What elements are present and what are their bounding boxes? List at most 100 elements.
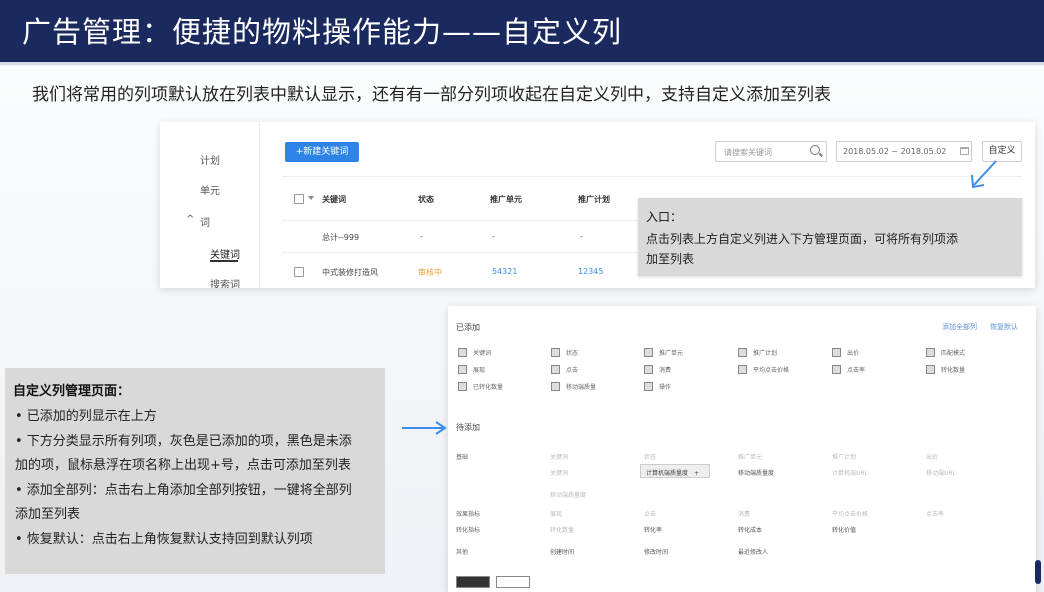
row-checkbox[interactable] — [294, 267, 304, 277]
confirm-button[interactable] — [456, 576, 490, 588]
column-option[interactable]: 点击率 — [926, 509, 944, 518]
new-keyword-button[interactable]: +新建关键词 — [285, 142, 359, 162]
total-row-unit: - — [492, 232, 495, 241]
entry-tip-line: 加至列表 — [646, 252, 695, 266]
column-option[interactable]: 转化率 — [644, 525, 662, 534]
added-column-tag[interactable]: 点击 — [551, 365, 578, 374]
column-option[interactable]: 消费 — [738, 509, 750, 518]
column-checkbox-icon — [832, 365, 841, 374]
column-checkbox-icon — [738, 348, 747, 357]
custom-column-panel: 已添加 添加全部列 恢复默认 关键词 状态 推广单元 推广计划 出价 匹配模式 … — [448, 306, 1036, 592]
pending-section-title: 待添加 — [456, 423, 480, 432]
column-option[interactable]: 平均点击价格 — [832, 509, 868, 518]
header-keyword[interactable]: 关键词 — [322, 194, 346, 205]
calendar-icon[interactable] — [960, 147, 969, 155]
added-section-title: 已添加 — [456, 323, 480, 332]
added-column-tag[interactable]: 状态 — [551, 348, 578, 357]
column-option[interactable]: 移动端质量度 — [550, 490, 586, 499]
added-column-tag[interactable]: 转化数量 — [926, 365, 965, 374]
slide-header: 广告管理：便捷的物料操作能力——自定义列 — [0, 0, 1044, 62]
total-row-status: - — [420, 232, 423, 241]
added-column-tag[interactable]: 推广单元 — [644, 348, 683, 357]
header-divider — [0, 62, 1044, 65]
custom-panel-note: 自定义列管理页面： • 已添加的列显示在上方 • 下方分类显示所有列项，灰色是已… — [5, 368, 385, 574]
column-option[interactable]: 创建时间 — [550, 547, 574, 556]
added-column-tag[interactable]: 平均点击价格 — [738, 365, 789, 374]
arrow-icon — [971, 160, 997, 189]
list-view-screenshot: 计划 单元 ^ 词 关键词 搜索词 +新建关键词 请搜索关键词 2018.05.… — [160, 122, 1035, 288]
entry-tip-title: 入口： — [646, 210, 683, 224]
sidebar-item-word[interactable]: 词 — [200, 214, 210, 229]
header-plan[interactable]: 推广计划 — [578, 194, 610, 205]
sidebar-active-indicator — [210, 260, 238, 262]
category-label: 其他 — [456, 549, 469, 556]
category-label: 效果指标 — [456, 511, 481, 518]
added-column-tag[interactable]: 展现 — [458, 365, 485, 374]
column-option[interactable]: 转化成本 — [738, 525, 762, 534]
sidebar-item-keyword[interactable]: 关键词 — [210, 246, 240, 261]
column-option[interactable]: 移动端质量度 — [738, 468, 774, 477]
column-option[interactable]: 转化价值 — [832, 525, 856, 534]
column-option[interactable]: 点击 — [644, 509, 656, 518]
column-checkbox-icon — [458, 382, 467, 391]
column-option[interactable]: 状态 — [644, 452, 656, 461]
add-all-columns-button[interactable]: 添加全部列 — [942, 322, 977, 332]
column-option[interactable]: 推广单元 — [738, 452, 762, 461]
added-column-tag[interactable]: 出价 — [832, 348, 859, 357]
search-icon[interactable] — [810, 145, 820, 155]
added-column-tag[interactable]: 匹配模式 — [926, 348, 965, 357]
column-option[interactable]: 出价 — [926, 452, 938, 461]
column-checkbox-icon — [926, 348, 935, 357]
unit-link[interactable]: 54321 — [492, 267, 517, 276]
table-divider — [282, 176, 1022, 177]
plan-link[interactable]: 12345 — [578, 267, 603, 276]
sidebar-item-plan[interactable]: 计划 — [200, 152, 220, 167]
added-column-tag[interactable]: 关键词 — [458, 348, 491, 357]
column-option[interactable]: 计算机端URL — [832, 468, 868, 477]
column-option[interactable]: 展现 — [550, 509, 562, 518]
column-checkbox-icon — [458, 365, 467, 374]
category-label: 转化指标 — [456, 527, 481, 534]
column-option[interactable]: 最近修改人 — [738, 547, 768, 556]
select-all-checkbox[interactable] — [294, 194, 304, 204]
header-unit[interactable]: 推广单元 — [490, 194, 522, 205]
note-line: • 已添加的列显示在上方 — [15, 409, 157, 424]
slide-subtitle: 我们将常用的列项默认放在列表中默认显示，还有有一部分列项收起在自定义列中，支持自… — [32, 85, 831, 105]
note-line: • 恢复默认：点击右上角恢复默认支持回到默认列项 — [15, 532, 313, 547]
column-checkbox-icon — [458, 348, 467, 357]
row-keyword: 中式装修打造风 — [322, 268, 378, 277]
added-column-tag[interactable]: 操作 — [644, 382, 671, 391]
caret-down-icon[interactable] — [308, 196, 314, 200]
cancel-button[interactable] — [496, 576, 530, 588]
category-label: 基础 — [456, 454, 469, 461]
column-checkbox-icon — [551, 365, 560, 374]
column-option[interactable]: 关键词 — [550, 452, 568, 461]
note-line: 添加至列表 — [15, 507, 81, 522]
added-column-tag[interactable]: 已转化数量 — [458, 382, 503, 391]
hovered-column-option[interactable]: 计算机端质量度 + — [640, 464, 710, 478]
column-checkbox-icon — [551, 348, 560, 357]
header-status[interactable]: 状态 — [418, 194, 434, 205]
total-row-keyword: 总计--999 — [322, 233, 360, 242]
column-checkbox-icon — [644, 365, 653, 374]
added-column-tag[interactable]: 推广计划 — [738, 348, 777, 357]
column-checkbox-icon — [551, 382, 560, 391]
column-option[interactable]: 修改时间 — [644, 547, 668, 556]
chevron-up-icon[interactable]: ^ — [186, 214, 194, 225]
plus-icon[interactable]: + — [694, 470, 699, 477]
added-column-tag[interactable]: 移动端质量 — [551, 382, 596, 391]
note-line: • 下方分类显示所有列项，灰色是已添加的项，黑色是未添 — [15, 434, 352, 449]
note-line: 加的项，鼠标悬浮在项名称上出现+号，点击可添加至列表 — [15, 458, 351, 473]
column-option[interactable]: 转化数量 — [550, 525, 574, 534]
added-column-tag[interactable]: 点击率 — [832, 365, 865, 374]
sidebar-item-search-term[interactable]: 搜索词 — [210, 276, 240, 288]
restore-default-button[interactable]: 恢复默认 — [990, 322, 1018, 332]
added-column-tag[interactable]: 消费 — [644, 365, 671, 374]
date-range-picker[interactable]: 2018.05.02 ~ 2018.05.02 — [836, 141, 972, 162]
sidebar-item-unit[interactable]: 单元 — [200, 182, 220, 197]
entry-tip: 入口： 点击列表上方自定义列进入下方管理页面，可将所有列项添 加至列表 — [638, 198, 1022, 276]
note-title: 自定义列管理页面： — [13, 384, 131, 399]
column-option[interactable]: 移动端URL — [926, 468, 956, 477]
column-option[interactable]: 关键词 — [550, 468, 568, 477]
column-option[interactable]: 推广计划 — [832, 452, 856, 461]
